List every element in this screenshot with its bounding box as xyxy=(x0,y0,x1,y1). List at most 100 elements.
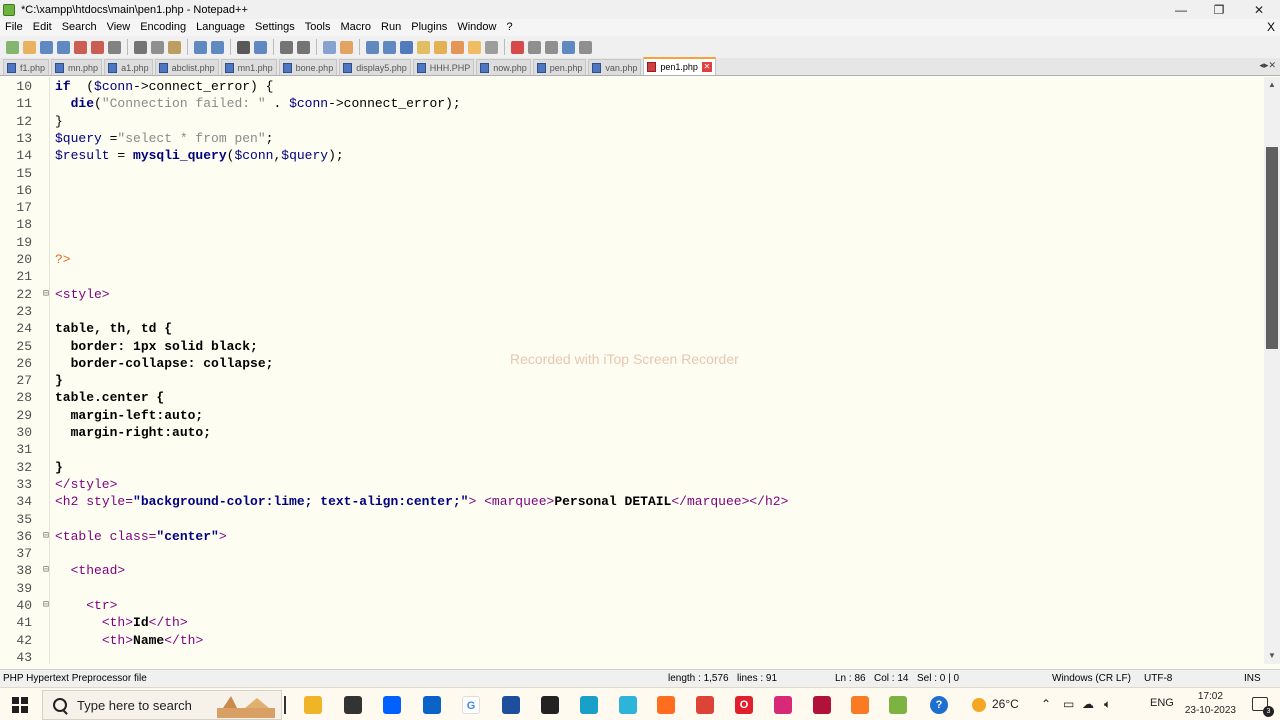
language-indicator[interactable]: ENG xyxy=(1150,697,1174,709)
tab-pen1-php[interactable]: pen1.php ✕ xyxy=(643,57,716,75)
app-blue-icon[interactable] xyxy=(502,696,520,714)
save-icon[interactable] xyxy=(40,40,53,54)
menu-item-window[interactable]: Window xyxy=(452,19,501,36)
copy-icon[interactable] xyxy=(151,40,164,54)
tab-display5-php[interactable]: display5.php xyxy=(339,59,411,75)
tab-now-php[interactable]: now.php xyxy=(476,59,531,75)
menu-item-language[interactable]: Language xyxy=(191,19,250,36)
code-line[interactable]: 23 xyxy=(0,303,1264,320)
save-macro-icon[interactable] xyxy=(579,40,592,54)
tab-scroll-arrows[interactable]: ◂▸✕ xyxy=(1259,60,1276,71)
tab-bone-php[interactable]: bone.php xyxy=(278,59,338,75)
tab-f1-php[interactable]: f1.php xyxy=(3,59,50,75)
fold-toggle-icon[interactable]: ⊟ xyxy=(43,286,49,303)
scroll-up-arrow-icon[interactable]: ▲ xyxy=(1264,77,1280,93)
code-line[interactable]: 15 xyxy=(0,165,1264,182)
menu-item-file[interactable]: File xyxy=(0,19,28,36)
save-all-icon[interactable] xyxy=(57,40,70,54)
windows-start-icon[interactable] xyxy=(12,697,28,713)
new-file-icon[interactable] xyxy=(6,40,19,54)
status-encoding[interactable]: UTF-8 xyxy=(1144,673,1172,684)
tray-volume-icon[interactable]: 🔈︎ xyxy=(1104,697,1111,712)
menu-item-search[interactable]: Search xyxy=(57,19,102,36)
code-line[interactable]: 30 margin-right:auto; xyxy=(0,424,1264,441)
code-line[interactable]: 17 xyxy=(0,199,1264,216)
code-line[interactable]: 27} xyxy=(0,372,1264,389)
edge-icon[interactable] xyxy=(580,696,598,714)
doc-map-icon[interactable] xyxy=(434,40,447,54)
tab-mn1-php[interactable]: mn1.php xyxy=(220,59,277,75)
tray-chevron-up-icon[interactable]: ⌃ xyxy=(1041,697,1051,711)
maximize-button[interactable]: ❐ xyxy=(1199,0,1239,19)
menu-item-plugins[interactable]: Plugins xyxy=(406,19,452,36)
mail-icon[interactable] xyxy=(423,696,441,714)
code-line[interactable]: 20 ?> xyxy=(0,251,1264,268)
code-line[interactable]: 43 xyxy=(0,649,1264,664)
menu-item-tools[interactable]: Tools xyxy=(300,19,336,36)
firefox-icon[interactable] xyxy=(657,696,675,714)
tray-battery-icon[interactable]: ▭ xyxy=(1063,697,1074,711)
record-macro-icon[interactable] xyxy=(511,40,524,54)
tab-a1-php[interactable]: a1.php xyxy=(104,59,153,75)
indent-guide-icon[interactable] xyxy=(400,40,413,54)
close-button[interactable]: ✕ xyxy=(1239,0,1279,19)
replace-icon[interactable] xyxy=(254,40,267,54)
code-line[interactable]: 18 xyxy=(0,216,1264,233)
taskbar-search-box[interactable]: Type here to search xyxy=(42,690,282,720)
code-line[interactable]: 33 </style> xyxy=(0,476,1264,493)
code-line[interactable]: 41 <th>Id</th> xyxy=(0,614,1264,631)
function-list-icon[interactable] xyxy=(451,40,464,54)
code-line[interactable]: 16 xyxy=(0,182,1264,199)
code-line[interactable]: 36 ⊟ <table class="center"> xyxy=(0,528,1264,545)
edge-dev-icon[interactable] xyxy=(619,696,637,714)
tab-abclist-php[interactable]: abclist.php xyxy=(154,59,219,75)
fold-toggle-icon[interactable]: ⊟ xyxy=(43,528,49,545)
monitoring-icon[interactable] xyxy=(485,40,498,54)
app-red-icon[interactable] xyxy=(813,696,831,714)
find-icon[interactable] xyxy=(237,40,250,54)
zoom-out-icon[interactable] xyxy=(297,40,310,54)
code-line[interactable]: 35 xyxy=(0,511,1264,528)
code-line[interactable]: 22 ⊟ <style> xyxy=(0,286,1264,303)
code-editor[interactable]: Recorded with iTop Screen Recorder 10 if … xyxy=(0,77,1264,664)
fold-toggle-icon[interactable]: ⊟ xyxy=(43,597,49,614)
google-icon[interactable]: G xyxy=(462,696,480,714)
store-icon[interactable] xyxy=(344,696,362,714)
menu-item-encoding[interactable]: Encoding xyxy=(135,19,191,36)
code-line[interactable]: 37 xyxy=(0,545,1264,562)
folder-workspace-icon[interactable] xyxy=(468,40,481,54)
menu-item-edit[interactable]: Edit xyxy=(28,19,57,36)
tab-close-icon[interactable]: ✕ xyxy=(701,62,712,72)
show-all-chars-icon[interactable] xyxy=(383,40,396,54)
code-line[interactable]: 40 ⊟ <tr> xyxy=(0,597,1264,614)
help-icon[interactable]: ? xyxy=(930,696,948,714)
app-dark-icon[interactable] xyxy=(541,696,559,714)
zoom-in-icon[interactable] xyxy=(280,40,293,54)
code-line[interactable]: 42 <th>Name</th> xyxy=(0,632,1264,649)
status-eol[interactable]: Windows (CR LF) xyxy=(1052,673,1131,684)
tab-mn-php[interactable]: mn.php xyxy=(51,59,103,75)
fold-toggle-icon[interactable]: ⊟ xyxy=(43,562,49,579)
code-line[interactable]: 21 xyxy=(0,268,1264,285)
code-line[interactable]: 28 table.center { xyxy=(0,389,1264,406)
menu-item-view[interactable]: View xyxy=(102,19,136,36)
code-line[interactable]: 31 xyxy=(0,441,1264,458)
code-line[interactable]: 26 border-collapse: collapse; xyxy=(0,355,1264,372)
code-line[interactable]: 39 xyxy=(0,580,1264,597)
sync-v-icon[interactable] xyxy=(323,40,336,54)
play-multi-macro-icon[interactable] xyxy=(562,40,575,54)
code-line[interactable]: 25 border: 1px solid black; xyxy=(0,338,1264,355)
close-icon[interactable] xyxy=(74,40,87,54)
paste-icon[interactable] xyxy=(168,40,181,54)
cut-icon[interactable] xyxy=(134,40,147,54)
print-icon[interactable] xyxy=(108,40,121,54)
code-line[interactable]: 11 die("Connection failed: " . $conn->co… xyxy=(0,95,1264,112)
tab-pen-php[interactable]: pen.php xyxy=(532,59,587,75)
redo-icon[interactable] xyxy=(211,40,224,54)
code-line[interactable]: 34 <h2 style="background-color:lime; text… xyxy=(0,493,1264,510)
tray-network-icon[interactable]: ☁ xyxy=(1082,697,1094,711)
sync-h-icon[interactable] xyxy=(340,40,353,54)
undo-icon[interactable] xyxy=(194,40,207,54)
close-document-button[interactable]: X xyxy=(1267,19,1275,36)
code-line[interactable]: 14 $result = mysqli_query($conn,$query); xyxy=(0,147,1264,164)
